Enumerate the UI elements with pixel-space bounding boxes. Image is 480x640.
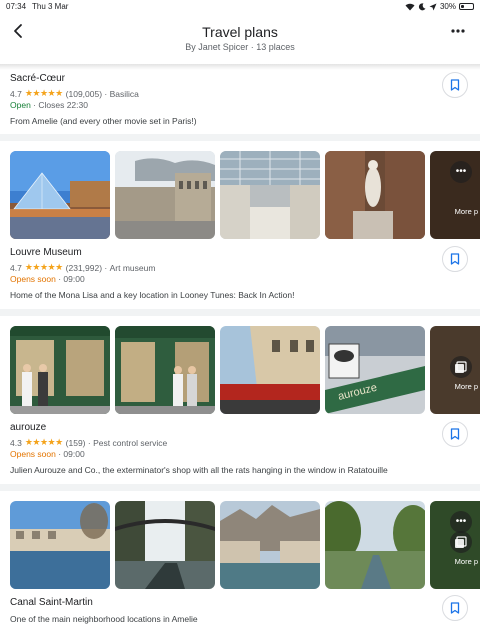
separator: · xyxy=(102,88,110,99)
status-date: Thu 3 Mar xyxy=(32,2,69,11)
place-category: Art museum xyxy=(109,262,156,273)
divider xyxy=(0,484,480,491)
place-card-louvre[interactable]: ••• More p Louvre Museum 4.7 ★★★★★ (231,… xyxy=(0,141,480,309)
header: Travel plans By Janet Spicer · 13 places xyxy=(0,14,480,66)
rating-stars: ★★★★★ xyxy=(24,262,63,272)
open-status: Opens soon xyxy=(10,449,56,459)
save-button[interactable] xyxy=(442,72,468,98)
battery-icon xyxy=(459,3,474,10)
place-category: Basilica xyxy=(109,88,139,99)
bookmark-icon xyxy=(450,602,460,614)
separator: · xyxy=(102,262,110,273)
photo-aurouze-street[interactable] xyxy=(220,326,320,414)
hours-text: Closes 22:30 xyxy=(38,100,88,110)
place-rating-row: 4.7 ★★★★★ (231,992) · Art museum xyxy=(10,262,155,273)
photo-aurouze-sign[interactable]: aurouze xyxy=(325,326,425,414)
battery-fill xyxy=(461,5,465,8)
rating-value: 4.7 xyxy=(10,88,22,99)
more-photos-label: More p xyxy=(454,557,478,566)
place-hours-row: Opens soon · 09:00 xyxy=(10,274,85,284)
status-bar: 07:34 Thu 3 Mar 30% xyxy=(0,0,480,14)
photo-louvre-pyramid[interactable] xyxy=(10,151,110,239)
photo-canal-waterfront[interactable] xyxy=(10,501,110,589)
more-photos-button[interactable]: ••• More p xyxy=(430,501,480,589)
more-options-button[interactable] xyxy=(450,24,466,38)
more-horiz-icon xyxy=(451,29,465,33)
place-name[interactable]: Canal Saint-Martin xyxy=(10,597,93,608)
rating-value: 4.3 xyxy=(10,437,22,448)
place-name[interactable]: Louvre Museum xyxy=(10,247,82,258)
more-photos-button[interactable]: ••• More p xyxy=(430,151,480,239)
place-card-sacre-coeur[interactable]: Sacré-Cœur 4.7 ★★★★★ (109,005) · Basilic… xyxy=(0,70,480,134)
review-count: (159) xyxy=(65,437,86,448)
bookmark-icon xyxy=(450,79,460,91)
more-horiz-icon: ••• xyxy=(450,161,472,183)
place-note: One of the main neighborhood locations i… xyxy=(10,614,198,624)
place-card-aurouze[interactable]: aurouze More p aurouze 4.3 ★★★★★ (159) ·… xyxy=(0,316,480,484)
rating-stars: ★★★★★ xyxy=(24,88,63,98)
place-category: Pest control service xyxy=(93,437,168,448)
hours-text: 09:00 xyxy=(63,449,85,459)
battery-percent: 30% xyxy=(439,2,456,11)
moon-icon xyxy=(418,2,426,10)
photo-louvre-courtyard[interactable] xyxy=(115,151,215,239)
photo-canal-greenery[interactable] xyxy=(325,501,425,589)
bookmark-icon xyxy=(450,428,460,440)
open-status: Open xyxy=(10,100,31,110)
photo-canal-trees[interactable] xyxy=(220,501,320,589)
rating-value: 4.7 xyxy=(10,262,22,273)
place-name[interactable]: aurouze xyxy=(10,422,46,433)
divider xyxy=(0,134,480,141)
photo-louvre-statue[interactable] xyxy=(325,151,425,239)
rating-stars: ★★★★★ xyxy=(24,437,63,447)
photo-canal-footbridge[interactable] xyxy=(115,501,215,589)
bookmark-icon xyxy=(450,253,460,265)
place-card-canal-saint-martin[interactable]: ••• More p Canal Saint-Martin One of the… xyxy=(0,491,480,640)
save-button[interactable] xyxy=(442,246,468,272)
place-name[interactable]: Sacré-Cœur xyxy=(10,73,65,84)
photo-louvre-glass-hall[interactable] xyxy=(220,151,320,239)
status-time: 07:34 xyxy=(6,2,27,11)
more-photos-label: More p xyxy=(454,382,478,391)
hours-text: 09:00 xyxy=(63,274,85,284)
photo-aurouze-storefront[interactable] xyxy=(10,326,110,414)
location-arrow-icon xyxy=(429,3,437,10)
place-hours-row: Opens soon · 09:00 xyxy=(10,449,85,459)
review-count: (231,992) xyxy=(65,262,103,273)
photo-library-icon xyxy=(450,356,472,378)
place-note: From Amelie (and every other movie set i… xyxy=(10,116,197,126)
review-count: (109,005) xyxy=(65,88,103,99)
more-photos-label: More p xyxy=(454,207,478,216)
list-subtitle: By Janet Spicer · 13 places xyxy=(185,42,295,52)
wifi-icon xyxy=(405,3,415,10)
more-horiz-icon: ••• xyxy=(450,511,472,533)
divider xyxy=(0,309,480,316)
status-icons: 30% xyxy=(405,2,474,11)
photo-aurouze-owners[interactable] xyxy=(115,326,215,414)
open-status: Opens soon xyxy=(10,274,56,284)
place-note: Home of the Mona Lisa and a key location… xyxy=(10,290,295,300)
place-note: Julien Aurouze and Co., the exterminator… xyxy=(10,465,388,475)
save-button[interactable] xyxy=(442,421,468,447)
save-button[interactable] xyxy=(442,595,468,621)
place-rating-row: 4.7 ★★★★★ (109,005) · Basilica xyxy=(10,88,139,99)
photo-library-icon xyxy=(450,531,472,553)
more-photos-button[interactable]: More p xyxy=(430,326,480,414)
place-rating-row: 4.3 ★★★★★ (159) · Pest control service xyxy=(10,437,167,448)
separator: · xyxy=(85,437,94,448)
page-title: Travel plans xyxy=(202,24,278,40)
place-hours-row: Open · Closes 22:30 xyxy=(10,100,88,110)
